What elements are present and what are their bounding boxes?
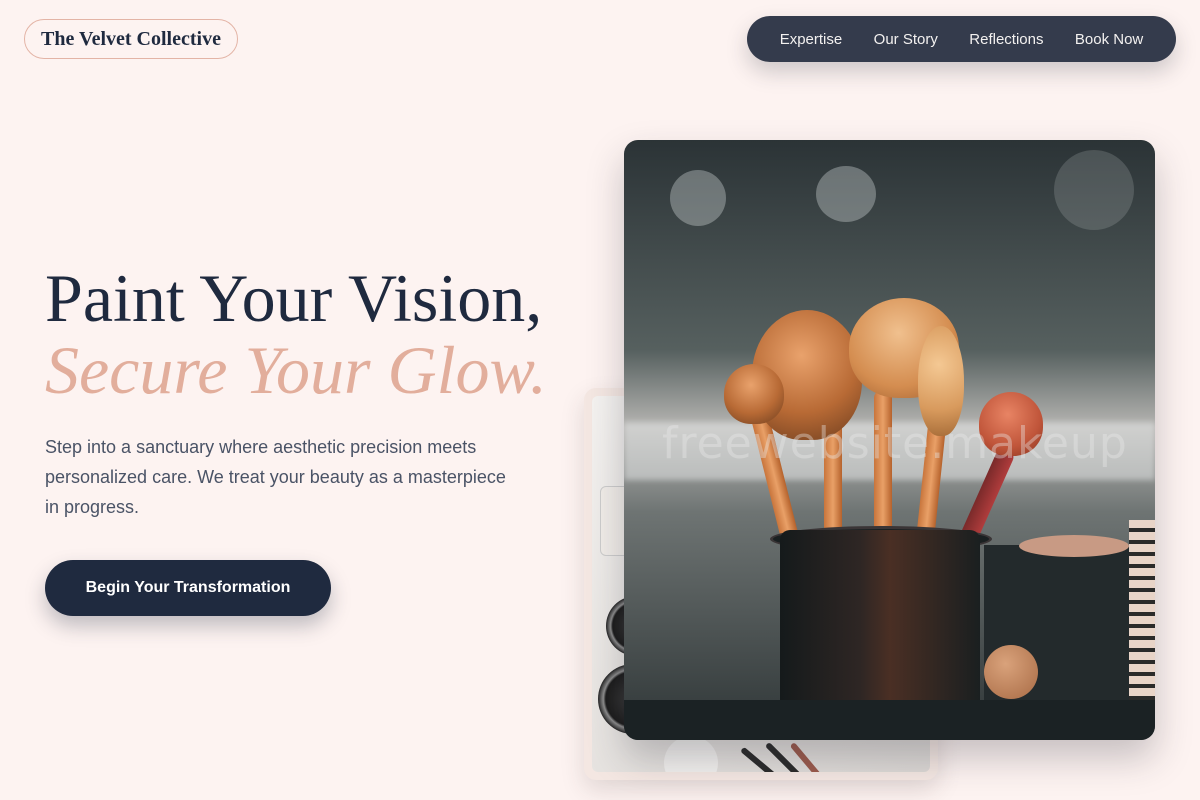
side-compact <box>1019 535 1129 557</box>
watermark-text: freewebsite.makeup <box>662 418 1128 469</box>
nav-item-our-story[interactable]: Our Story <box>874 31 938 48</box>
makeup-brushes-image: freewebsite.makeup <box>624 140 1155 740</box>
main-nav: Expertise Our Story Reflections Book Now <box>747 16 1176 62</box>
hero-title-line2: Secure Your Glow. <box>45 332 547 408</box>
bokeh-3 <box>1054 150 1134 230</box>
brand-name: The Velvet Collective <box>41 27 221 50</box>
striped-item <box>1129 520 1155 700</box>
page: The Velvet Collective Expertise Our Stor… <box>0 0 1200 800</box>
nav-item-reflections[interactable]: Reflections <box>969 31 1043 48</box>
hero-title-line1: Paint Your Vision, <box>45 260 543 336</box>
sponge <box>984 645 1038 699</box>
nav-item-book-now[interactable]: Book Now <box>1075 31 1143 48</box>
begin-transformation-button[interactable]: Begin Your Transformation <box>45 560 331 616</box>
table-surface <box>624 700 1155 740</box>
hero-description: Step into a sanctuary where aesthetic pr… <box>45 437 506 517</box>
compact-3 <box>664 736 718 772</box>
nav-item-expertise[interactable]: Expertise <box>780 31 843 48</box>
brush-head-5 <box>724 364 784 424</box>
hero-title: Paint Your Vision, Secure Your Glow. <box>45 262 547 406</box>
pencil-3 <box>789 742 833 772</box>
bokeh-1 <box>670 170 726 226</box>
brand-logo[interactable]: The Velvet Collective <box>24 19 238 59</box>
bokeh-2 <box>816 166 876 222</box>
